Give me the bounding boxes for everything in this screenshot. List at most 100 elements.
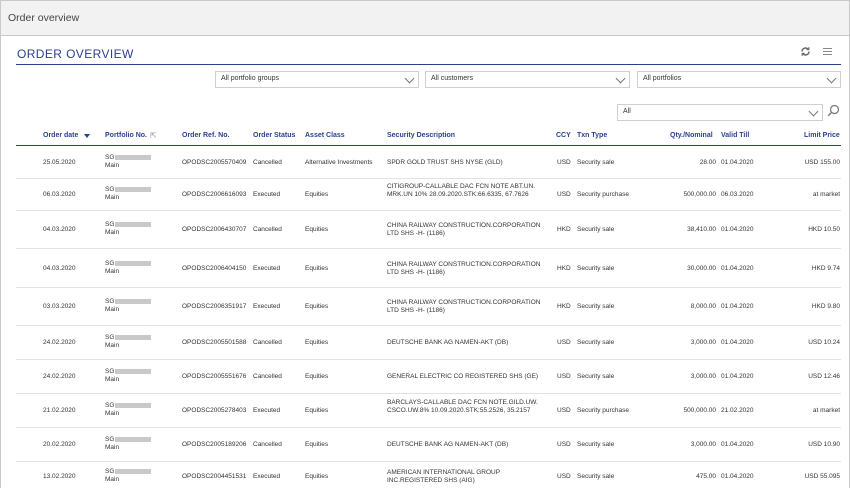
sort-asc-icon[interactable]: ⇱: [150, 131, 157, 140]
table-row[interactable]: 04.03.2020 OPODSC2006430707 Cancelled Equit…: [16, 211, 841, 249]
cell-asset-class: Equities: [305, 407, 329, 414]
table-row[interactable]: 06.03.2020 OPODSC2006616093 Executed Equiti…: [16, 179, 841, 211]
cell-security-description: CHINA RAILWAY CONSTRUCTION.CORPORATION L…: [387, 261, 541, 276]
window-title-bar: Order overview: [0, 0, 850, 36]
cell-portfolio-no: SG Main: [105, 186, 152, 202]
cell-limit-price: HKD 9.80: [811, 303, 840, 310]
col-qty[interactable]: Qty./Nominal: [670, 132, 713, 139]
redacted-block: [115, 221, 152, 227]
sort-desc-icon[interactable]: [84, 134, 90, 138]
table-row[interactable]: 03.03.2020 OPODSC2006351917 Executed Equiti…: [16, 288, 841, 326]
cell-qty: 500,000.00: [683, 407, 716, 414]
col-asset-class[interactable]: Asset Class: [305, 132, 345, 139]
cell-txn-type: Security sale: [577, 339, 615, 346]
cell-security-description: BARCLAYS-CALLABLE DAC FCN NOTE.GILD.UW. …: [387, 399, 538, 414]
portfolio-sub: Main: [105, 306, 120, 313]
portfolio-sub: Main: [105, 268, 120, 275]
status-select[interactable]: All: [617, 104, 823, 121]
cell-asset-class: Equities: [305, 265, 329, 272]
col-order-date[interactable]: Order date: [43, 132, 78, 139]
window-title: Order overview: [8, 12, 80, 24]
cell-order-ref: OPODSC2005278403: [182, 407, 247, 414]
redacted-block: [115, 154, 152, 160]
col-order-status[interactable]: Order Status: [253, 132, 295, 139]
table-row[interactable]: 24.02.2020 OPODSC2005501588 Cancelled Equit…: [16, 326, 841, 360]
portfolio-sub: Main: [105, 410, 120, 417]
cell-asset-class: Equities: [305, 191, 329, 198]
search-icon[interactable]: [827, 104, 841, 118]
col-limit-price[interactable]: Limit Price: [804, 132, 840, 139]
cell-ccy: HKD: [557, 303, 571, 310]
cell-order-date: 03.03.2020: [43, 303, 76, 310]
table-row[interactable]: 13.02.2020 OPODSC2004451531 Executed Equiti…: [16, 462, 841, 488]
table-header: Order date Portfolio No. ⇱ Order Ref. No…: [16, 126, 841, 146]
cell-valid-till: 01.04.2020: [721, 265, 754, 272]
customers-select[interactable]: All customers: [425, 71, 630, 88]
cell-order-date: 24.02.2020: [43, 373, 76, 380]
cell-txn-type: Security sale: [577, 373, 615, 380]
menu-icon[interactable]: [820, 46, 834, 60]
cell-ccy: HKD: [557, 265, 571, 272]
cell-limit-price: at market: [812, 407, 840, 414]
cell-portfolio-no: SG Main: [105, 221, 152, 237]
chevron-down-icon: [826, 73, 837, 84]
cell-portfolio-no: SG Main: [105, 436, 152, 452]
cell-txn-type: Security purchase: [577, 191, 630, 198]
cell-portfolio-no: SG Main: [105, 402, 152, 418]
table-row[interactable]: 21.02.2020 OPODSC2005278403 Executed Equiti…: [16, 394, 841, 428]
col-order-ref[interactable]: Order Ref. No.: [182, 132, 229, 139]
col-txn-type[interactable]: Txn Type: [577, 132, 607, 139]
col-security[interactable]: Security Description: [387, 132, 455, 139]
table-row[interactable]: 20.02.2020 OPODSC2005189206 Cancelled Equit…: [16, 428, 841, 462]
col-valid-till[interactable]: Valid Till: [721, 132, 749, 139]
cell-txn-type: Security sale: [577, 159, 615, 166]
cell-order-status: Cancelled: [253, 226, 282, 233]
cell-portfolio-no: SG Main: [105, 260, 152, 276]
cell-qty: 8,000.00: [690, 303, 716, 310]
cell-order-status: Executed: [253, 473, 281, 480]
portfolio-number: SG: [105, 334, 115, 341]
cell-limit-price: HKD 9.74: [811, 265, 840, 272]
cell-order-status: Cancelled: [253, 159, 282, 166]
cell-asset-class: Equities: [305, 441, 329, 448]
portfolio-sub: Main: [105, 194, 120, 201]
portfolio-sub: Main: [105, 162, 120, 169]
cell-asset-class: Equities: [305, 473, 329, 480]
portfolio-sub: Main: [105, 376, 120, 383]
cell-txn-type: Security sale: [577, 473, 615, 480]
cell-limit-price: USD 10.24: [808, 339, 840, 346]
col-ccy[interactable]: CCY: [556, 132, 571, 139]
portfolio-sub: Main: [105, 476, 120, 483]
cell-security-description: CHINA RAILWAY CONSTRUCTION.CORPORATION L…: [387, 299, 541, 314]
cell-txn-type: Security sale: [577, 441, 615, 448]
cell-limit-price: USD 55.095: [804, 473, 840, 480]
redacted-block: [115, 402, 152, 408]
refresh-icon[interactable]: [798, 46, 812, 60]
portfolio-sub: Main: [105, 444, 120, 451]
table-row[interactable]: 04.03.2020 OPODSC2006404150 Executed Equiti…: [16, 249, 841, 288]
cell-valid-till: 01.04.2020: [721, 339, 754, 346]
cell-order-ref: OPODSC2004451531: [182, 473, 247, 480]
cell-order-date: 24.02.2020: [43, 339, 76, 346]
cell-valid-till: 21.02.2020: [721, 407, 754, 414]
col-portfolio-no[interactable]: Portfolio No.: [105, 132, 147, 139]
cell-order-status: Cancelled: [253, 339, 282, 346]
cell-limit-price: USD 10.90: [808, 441, 840, 448]
cell-ccy: HKD: [557, 226, 571, 233]
redacted-block: [115, 260, 152, 266]
portfolio-groups-select[interactable]: All portfolio groups: [215, 71, 419, 88]
cell-txn-type: Security purchase: [577, 407, 630, 414]
portfolios-select[interactable]: All portfolios: [637, 71, 841, 88]
cell-order-date: 04.03.2020: [43, 265, 76, 272]
cell-qty: 30,000.00: [687, 265, 716, 272]
portfolio-sub: Main: [105, 229, 120, 236]
cell-security-description: GENERAL ELECTRIC CO REGISTERED SHS (GE): [387, 373, 539, 380]
redacted-block: [115, 298, 152, 304]
cell-order-ref: OPODSC2005551676: [182, 373, 247, 380]
cell-qty: 28.00: [699, 159, 716, 166]
table-row[interactable]: 25.05.2020 OPODSC2005570409 Cancelled Alter…: [16, 146, 841, 179]
table-row[interactable]: 24.02.2020 OPODSC2005551676 Cancelled Equit…: [16, 360, 841, 394]
cell-security-description: DEUTSCHE BANK AG NAMEN-AKT (DB): [387, 339, 509, 346]
portfolio-number: SG: [105, 186, 115, 193]
cell-order-date: 21.02.2020: [43, 407, 76, 414]
